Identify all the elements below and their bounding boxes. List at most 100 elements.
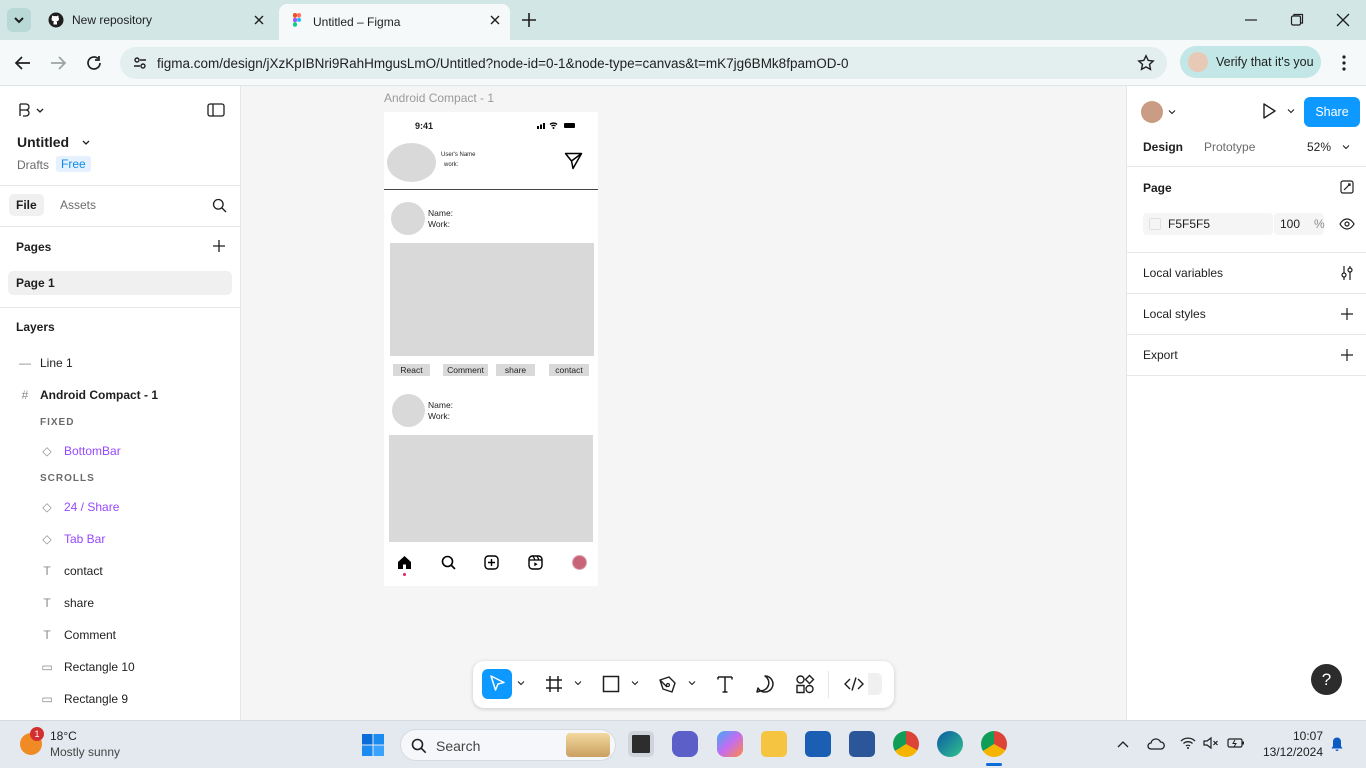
frame-label[interactable]: Android Compact - 1 (384, 91, 494, 105)
add-style-icon[interactable] (1340, 307, 1354, 321)
user-avatar[interactable] (1141, 101, 1163, 123)
weather-temp[interactable]: 18°C (50, 729, 77, 743)
actions-tool-icon[interactable] (790, 669, 820, 699)
verify-identity-button[interactable]: Verify that it's you (1180, 46, 1321, 78)
close-icon[interactable] (488, 13, 502, 27)
eye-icon[interactable] (1339, 217, 1355, 231)
page-styles-icon[interactable] (1340, 180, 1354, 194)
tab-file[interactable]: File (9, 194, 44, 216)
word-icon[interactable] (849, 731, 875, 757)
zoom-level[interactable]: 52% (1307, 140, 1331, 154)
layer-tab-bar[interactable]: ◇ Tab Bar (0, 523, 240, 555)
tab-new-repository[interactable]: New repository (38, 4, 274, 36)
page-item[interactable]: Page 1 (8, 271, 232, 295)
task-view-icon[interactable] (628, 731, 654, 757)
layer-label: Comment (64, 628, 117, 642)
color-swatch[interactable] (1149, 218, 1161, 230)
page-color-field[interactable]: F5F5F5 (1143, 213, 1273, 235)
minimize-icon[interactable] (1244, 12, 1258, 28)
present-play-icon[interactable] (1261, 102, 1277, 120)
clock-time[interactable]: 10:07 (1265, 729, 1323, 743)
layer-label: Line 1 (40, 356, 73, 370)
layer-line-1[interactable]: — Line 1 (0, 347, 240, 379)
chevron-down-icon[interactable] (1342, 143, 1350, 151)
onedrive-cloud-icon[interactable] (1147, 737, 1165, 751)
page-opacity-field[interactable]: 100 % (1274, 213, 1325, 235)
tab-prototype[interactable]: Prototype (1204, 140, 1255, 154)
weather-badge: 1 (30, 727, 44, 741)
wifi-icon[interactable] (1180, 736, 1196, 750)
file-title[interactable]: Untitled (17, 134, 91, 150)
design-canvas[interactable]: Android Compact - 1 9:41 User's Name wor… (241, 86, 1126, 720)
pen-tool-icon[interactable] (653, 669, 683, 699)
chrome-profile-icon[interactable] (981, 731, 1007, 757)
address-bar[interactable]: figma.com/design/jXzKpIBNri9RahHmgusLmO/… (120, 47, 1167, 79)
taskbar-search[interactable]: Search (400, 729, 616, 761)
layer-rectangle-9[interactable]: ▭ Rectangle 9 (0, 683, 240, 715)
teams-icon[interactable] (672, 731, 698, 757)
layer-contact[interactable]: T contact (0, 555, 240, 587)
chevron-down-icon[interactable] (631, 679, 639, 687)
notification-bell-icon[interactable] (1330, 736, 1344, 752)
layer-share[interactable]: T share (0, 587, 240, 619)
search-icon[interactable] (212, 198, 227, 213)
copilot-icon[interactable] (717, 731, 743, 757)
back-arrow-icon[interactable] (14, 54, 32, 72)
layer-bottombar[interactable]: ◇ BottomBar (0, 435, 240, 467)
dev-mode-toggle[interactable] (868, 673, 882, 695)
file-explorer-icon[interactable] (761, 731, 787, 757)
tab-search-button[interactable] (7, 8, 31, 32)
frame-tool-icon[interactable] (539, 669, 569, 699)
tab-design[interactable]: Design (1143, 140, 1183, 154)
weather-desc[interactable]: Mostly sunny (50, 745, 120, 759)
more-vert-icon[interactable] (1336, 54, 1352, 72)
variables-icon[interactable] (1340, 265, 1354, 281)
edge-icon[interactable] (937, 731, 963, 757)
close-icon[interactable] (252, 13, 266, 27)
restore-icon[interactable] (1290, 12, 1304, 28)
drafts-label[interactable]: Drafts (17, 158, 49, 172)
text-tool-icon[interactable] (710, 669, 740, 699)
battery-icon[interactable] (1227, 736, 1245, 750)
chevron-down-icon[interactable] (574, 679, 582, 687)
volume-muted-icon[interactable] (1203, 736, 1219, 750)
tab-assets[interactable]: Assets (60, 198, 96, 212)
layer-24-share[interactable]: ◇ 24 / Share (0, 491, 240, 523)
figma-menu-icon[interactable] (17, 102, 45, 118)
clock-date[interactable]: 13/12/2024 (1255, 745, 1323, 759)
chevron-down-icon[interactable] (688, 679, 696, 687)
chevron-down-icon[interactable] (1168, 108, 1176, 116)
layer-rectangle-10[interactable]: ▭ Rectangle 10 (0, 651, 240, 683)
android-compact-frame[interactable]: 9:41 User's Name work: Name: Work: React… (384, 112, 598, 586)
divider (1127, 252, 1366, 253)
move-tool[interactable] (482, 669, 512, 699)
browser-toolbar: figma.com/design/jXzKpIBNri9RahHmgusLmO/… (0, 40, 1366, 86)
layer-android-compact-frame[interactable]: # Android Compact - 1 (0, 379, 240, 411)
sidebar-toggle-icon[interactable] (207, 103, 225, 117)
divider (1127, 293, 1366, 294)
frame-icon: # (21, 388, 29, 402)
add-page-icon[interactable] (212, 239, 226, 253)
microsoft-store-icon[interactable] (805, 731, 831, 757)
dev-mode-icon[interactable] (839, 669, 869, 699)
new-tab-icon[interactable] (520, 11, 538, 29)
chrome-icon[interactable] (893, 731, 919, 757)
plan-badge[interactable]: Free (56, 156, 91, 172)
help-button[interactable]: ? (1311, 664, 1342, 695)
tab-figma[interactable]: Untitled – Figma (279, 4, 510, 40)
site-settings-icon[interactable] (132, 55, 148, 71)
chevron-up-icon[interactable] (1117, 739, 1129, 749)
chevron-down-icon[interactable] (1287, 107, 1295, 115)
add-export-icon[interactable] (1340, 348, 1354, 362)
reload-icon[interactable] (85, 54, 103, 72)
forward-arrow-icon[interactable] (49, 54, 67, 72)
comment-tool-icon[interactable] (750, 669, 780, 699)
bookmark-star-icon[interactable] (1137, 54, 1155, 72)
windows-start-icon[interactable] (361, 733, 385, 757)
share-button[interactable]: Share (1304, 97, 1360, 127)
window-close-icon[interactable] (1336, 12, 1350, 28)
rectangle-tool-icon[interactable] (596, 669, 626, 699)
chevron-down-icon[interactable] (517, 679, 525, 687)
layer-comment[interactable]: T Comment (0, 619, 240, 651)
figma-icon (289, 12, 305, 28)
